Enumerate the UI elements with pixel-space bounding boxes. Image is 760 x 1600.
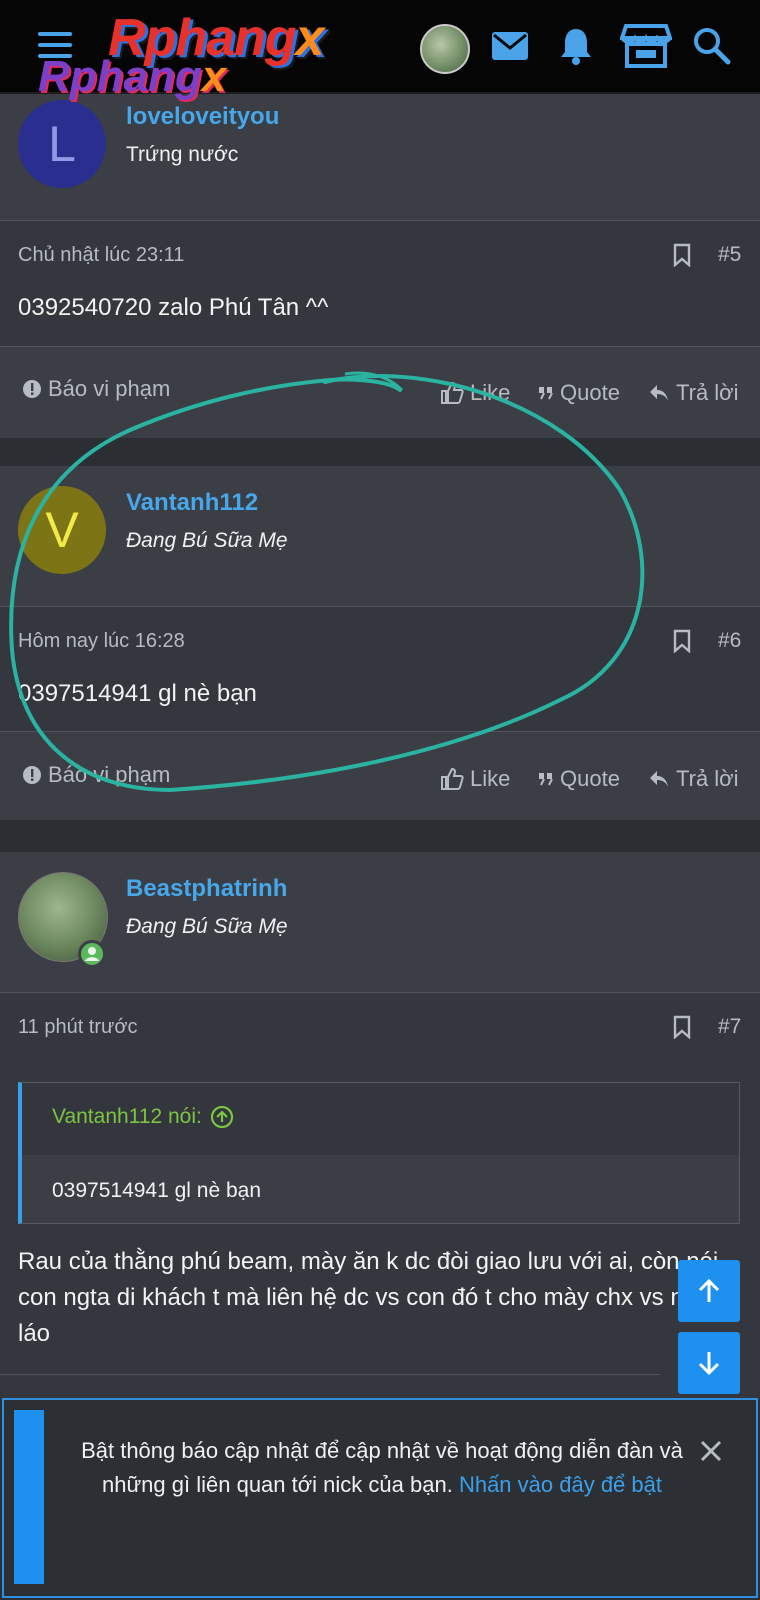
- quote-icon: [539, 387, 553, 400]
- quote-label: Quote: [560, 380, 620, 405]
- online-status-icon: [78, 940, 106, 968]
- avatar-letter: V: [45, 502, 79, 558]
- reply-icon: [650, 771, 668, 787]
- quote-label: Quote: [560, 766, 620, 791]
- like-label: Like: [470, 766, 511, 791]
- reply-button[interactable]: Trả lời: [648, 380, 739, 406]
- quote-block: Vantanh112 nói: 0397514941 gl nè bạn: [18, 1082, 740, 1224]
- quote-author: Vantanh112 nói:: [52, 1105, 202, 1128]
- scroll-bottom-button[interactable]: [678, 1332, 740, 1394]
- post-time[interactable]: Hôm nay lúc 16:28: [18, 630, 185, 653]
- reply-button[interactable]: Trả lời: [648, 766, 739, 792]
- notice-text: Bật thông báo cập nhật để cập nhật về ho…: [72, 1434, 692, 1502]
- post-time[interactable]: Chủ nhật lúc 23:11: [18, 244, 184, 267]
- bookmark-icon[interactable]: [672, 243, 692, 267]
- arrow-down-icon: [698, 1352, 720, 1376]
- report-label: Báo vi phạm: [48, 762, 171, 787]
- close-icon[interactable]: [698, 1438, 724, 1464]
- reply-label: Trả lời: [676, 766, 739, 791]
- quote-author-link[interactable]: Vantanh112 nói:: [52, 1105, 234, 1129]
- report-button[interactable]: Báo vi phạm: [22, 376, 170, 402]
- avatar[interactable]: L: [18, 100, 106, 188]
- divider: [0, 1374, 660, 1375]
- push-notice-banner: Bật thông báo cập nhật để cập nhật về ho…: [2, 1398, 758, 1598]
- scroll-top-button[interactable]: [678, 1260, 740, 1322]
- notice-accent-bar: [14, 1410, 44, 1584]
- post-number[interactable]: #6: [718, 629, 741, 653]
- alert-icon: [23, 766, 41, 784]
- post-5-body: [0, 221, 760, 346]
- user-title: Đang Bú Sữa Mẹ: [126, 915, 288, 938]
- like-button[interactable]: Like: [440, 766, 510, 792]
- avatar-letter: L: [48, 116, 76, 172]
- bell-icon[interactable]: [554, 24, 598, 68]
- post-6-body: [0, 607, 760, 731]
- search-icon[interactable]: [690, 24, 734, 68]
- quote-icon: [539, 773, 553, 786]
- site-logo-shadow: Rphangx: [38, 52, 226, 102]
- post-message: 0392540720 zalo Phú Tân ^^: [18, 294, 329, 321]
- user-title: Trứng nước: [126, 143, 239, 166]
- arrow-up-circle-icon: [210, 1105, 233, 1129]
- user-title: Đang Bú Sữa Mẹ: [126, 529, 288, 552]
- quote-button[interactable]: Quote: [538, 380, 620, 406]
- avatar[interactable]: V: [18, 486, 106, 574]
- bookmark-icon[interactable]: [672, 629, 692, 653]
- logo-shadow-x: x: [201, 52, 227, 101]
- post-message: 0397514941 gl nè bạn: [18, 680, 257, 707]
- thumbs-up-icon: [441, 767, 464, 790]
- enable-notifications-link[interactable]: Nhấn vào đây để bật: [459, 1472, 662, 1497]
- username[interactable]: Beastphatrinh: [126, 875, 287, 903]
- username[interactable]: Vantanh112: [126, 489, 258, 517]
- arrow-up-icon: [698, 1278, 720, 1302]
- store-icon[interactable]: [620, 22, 672, 70]
- logo-shadow-text: Rphang: [38, 52, 202, 101]
- post-message: Rau của thằng phú beam, mày ăn k dc đòi …: [18, 1248, 719, 1347]
- bookmark-icon[interactable]: [672, 1015, 692, 1039]
- post-number[interactable]: #5: [718, 243, 741, 267]
- account-avatar[interactable]: [420, 24, 470, 74]
- like-label: Like: [470, 380, 511, 405]
- mail-icon[interactable]: [488, 24, 532, 68]
- divider: [0, 731, 760, 732]
- top-bar: Rphangx Rphangx: [0, 0, 760, 101]
- reply-icon: [650, 385, 668, 401]
- like-button[interactable]: Like: [440, 380, 510, 406]
- username[interactable]: loveloveityou: [126, 103, 279, 131]
- reply-label: Trả lời: [676, 380, 739, 405]
- thumbs-up-icon: [441, 381, 464, 404]
- divider: [0, 346, 760, 347]
- quote-text: 0397514941 gl nè bạn: [52, 1179, 262, 1202]
- logo-text-x: x: [295, 9, 325, 67]
- post-time[interactable]: 11 phút trước: [18, 1016, 138, 1039]
- post-number[interactable]: #7: [718, 1015, 741, 1039]
- report-label: Báo vi phạm: [48, 376, 171, 401]
- alert-icon: [23, 380, 41, 398]
- quote-button[interactable]: Quote: [538, 766, 620, 792]
- report-button[interactable]: Báo vi phạm: [22, 762, 170, 788]
